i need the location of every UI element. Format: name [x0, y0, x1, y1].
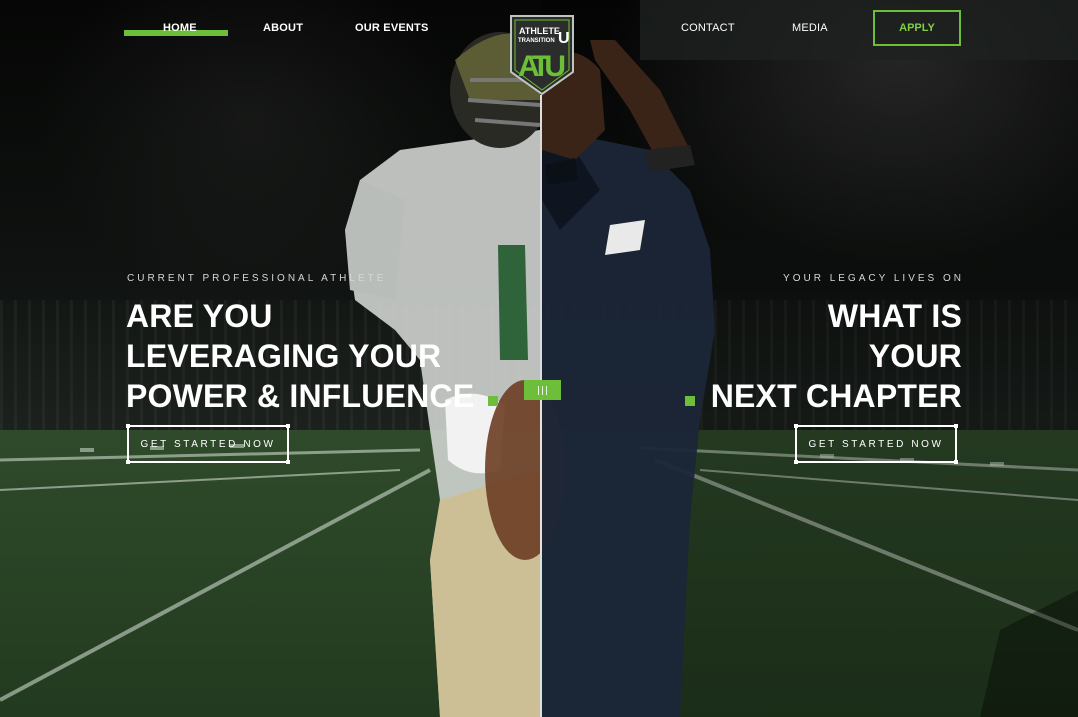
logo-letter-u: U	[558, 30, 570, 47]
right-get-started-button[interactable]: GET STARTED NOW	[794, 424, 958, 464]
right-cta-label: GET STARTED NOW	[808, 438, 944, 450]
apply-button[interactable]: APPLY	[873, 10, 961, 46]
left-cta-label: GET STARTED NOW	[140, 438, 276, 450]
hero-stage: HOME ABOUT OUR EVENTS CONTACT MEDIA APPL…	[0, 0, 1078, 717]
left-headline: ARE YOU LEVERAGING YOUR POWER & INFLUENC…	[126, 296, 499, 416]
logo-monogram: ATU	[518, 50, 566, 83]
left-headline-line-2: LEVERAGING YOUR	[126, 338, 442, 374]
right-headline-line-3: NEXT CHAPTER	[710, 378, 962, 414]
logo-shield-graphic: ATHLETE TRANSITION U ATU	[510, 15, 574, 96]
logo-text-transition: TRANSITION	[518, 38, 555, 44]
nav-item-contact[interactable]: CONTACT	[681, 22, 735, 34]
jersey-number-shape	[498, 245, 528, 360]
nav-item-media[interactable]: MEDIA	[792, 22, 828, 34]
left-eyebrow: CURRENT PROFESSIONAL ATHLETE	[127, 273, 387, 284]
nav-item-home[interactable]: HOME	[163, 22, 197, 34]
right-headline-line-1: WHAT IS	[827, 298, 962, 334]
left-get-started-button[interactable]: GET STARTED NOW	[126, 424, 290, 464]
right-headline-line-3-wrap: NEXT CHAPTER	[684, 376, 962, 416]
right-eyebrow: YOUR LEGACY LIVES ON	[783, 273, 964, 284]
accent-square-icon	[488, 395, 499, 406]
comparison-divider-line[interactable]	[540, 95, 542, 717]
nav-item-our-events[interactable]: OUR EVENTS	[355, 22, 429, 34]
right-headline-line-2: YOUR	[868, 338, 962, 374]
right-headline: WHAT IS YOUR NEXT CHAPTER	[684, 296, 962, 416]
left-headline-line-3-wrap: POWER & INFLUENCE	[126, 376, 499, 416]
left-headline-line-1: ARE YOU	[126, 298, 273, 334]
logo-text-athlete: ATHLETE	[519, 26, 560, 36]
accent-square-icon	[684, 395, 695, 406]
comparison-slider-handle-icon[interactable]	[524, 380, 561, 400]
atu-shield-logo[interactable]: ATHLETE TRANSITION U ATU	[509, 14, 575, 101]
left-headline-line-3: POWER & INFLUENCE	[126, 378, 475, 414]
nav-item-about[interactable]: ABOUT	[263, 22, 303, 34]
pocket-square	[605, 220, 645, 255]
